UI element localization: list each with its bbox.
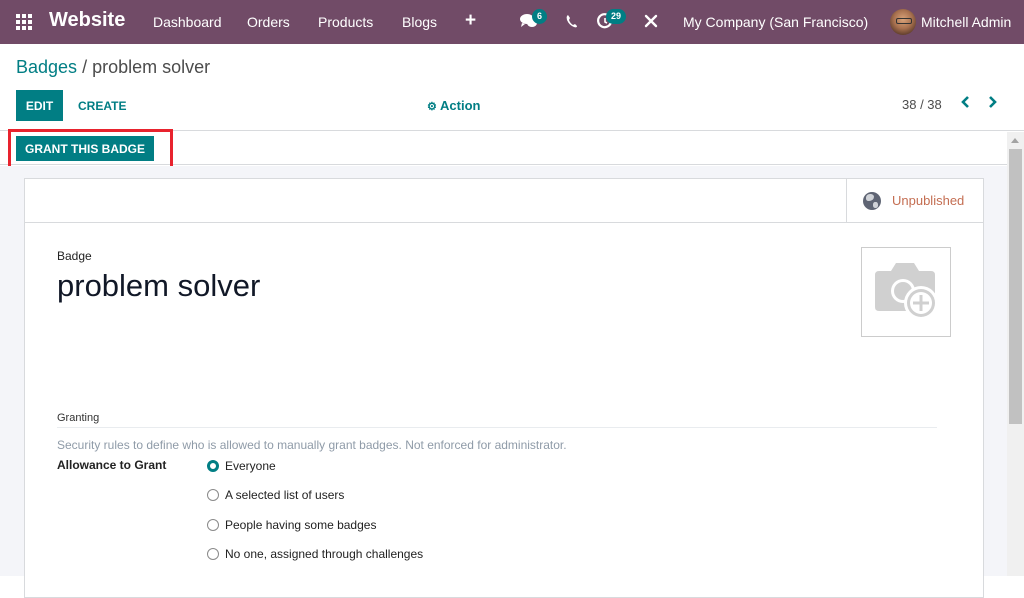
breadcrumb-separator: / — [77, 57, 93, 77]
radio-no-one[interactable]: No one, assigned through challenges — [207, 547, 423, 561]
action-dropdown[interactable]: ⚙ Action — [427, 98, 480, 113]
control-panel: Badges / problem solver EDIT CREATE ⚙ Ac… — [0, 44, 1024, 131]
radio-label: No one, assigned through challenges — [225, 547, 424, 561]
vertical-scrollbar[interactable] — [1007, 132, 1024, 576]
radio-unchecked-icon — [207, 489, 219, 501]
pager-value[interactable]: 38 / 38 — [902, 97, 942, 112]
allowance-to-grant-label: Allowance to Grant — [57, 458, 167, 472]
pager-next-icon[interactable] — [988, 95, 998, 114]
publish-status: Unpublished — [892, 193, 965, 208]
badge-image-upload[interactable] — [861, 247, 951, 337]
menu-orders[interactable]: Orders — [247, 14, 290, 30]
create-button[interactable]: CREATE — [70, 90, 134, 121]
form-sheet: Unpublished Badge problem solver Grantin… — [24, 178, 984, 598]
gear-icon: ⚙ — [427, 101, 437, 113]
breadcrumb-badges-link[interactable]: Badges — [16, 57, 77, 77]
grant-this-badge-button[interactable]: GRANT THIS BADGE — [16, 136, 154, 161]
pager-previous-icon[interactable] — [960, 95, 970, 114]
menu-dashboard[interactable]: Dashboard — [153, 14, 222, 30]
globe-icon — [863, 191, 881, 210]
action-label: Action — [440, 98, 481, 113]
publish-toggle-button[interactable]: Unpublished — [846, 179, 983, 222]
scroll-up-arrow-icon[interactable] — [1011, 138, 1019, 143]
radio-having-badges[interactable]: People having some badges — [207, 518, 376, 532]
breadcrumb-current: problem solver — [92, 57, 211, 77]
badge-name-label: Badge — [57, 249, 92, 263]
radio-label: A selected list of users — [225, 488, 345, 502]
group-separator — [57, 427, 937, 428]
radio-everyone[interactable]: Everyone — [207, 459, 276, 473]
breadcrumb: Badges / problem solver — [16, 57, 210, 78]
tools-icon[interactable] — [644, 14, 658, 33]
camera-add-icon — [875, 263, 938, 320]
radio-checked-icon — [207, 460, 219, 472]
radio-label: Everyone — [225, 459, 276, 473]
activities-count-badge: 29 — [606, 9, 627, 24]
badge-name-field[interactable]: problem solver — [57, 268, 260, 304]
radio-label: People having some badges — [225, 518, 377, 532]
top-navbar: Website Dashboard Orders Products Blogs … — [0, 0, 1024, 44]
menu-blogs[interactable]: Blogs — [402, 14, 437, 30]
user-menu[interactable]: Mitchell Admin — [921, 14, 1011, 30]
granting-help-text: Security rules to define who is allowed … — [57, 438, 567, 452]
apps-menu-icon[interactable] — [16, 14, 32, 30]
app-name[interactable]: Website — [49, 9, 125, 32]
company-switcher[interactable]: My Company (San Francisco) — [683, 14, 868, 30]
radio-selected-users[interactable]: A selected list of users — [207, 488, 344, 502]
radio-unchecked-icon — [207, 548, 219, 560]
scrollbar-thumb[interactable] — [1009, 149, 1022, 424]
plus-icon[interactable]: + — [465, 10, 476, 32]
menu-products[interactable]: Products — [318, 14, 373, 30]
messages-count-badge: 6 — [532, 9, 548, 24]
phone-icon[interactable] — [566, 14, 578, 33]
form-statusbar: GRANT THIS BADGE — [0, 132, 1007, 165]
user-avatar[interactable] — [890, 9, 916, 35]
button-box: Unpublished — [25, 179, 983, 223]
radio-unchecked-icon — [207, 519, 219, 531]
granting-group-title: Granting — [57, 412, 100, 424]
edit-button[interactable]: EDIT — [16, 90, 63, 121]
form-content-area: Unpublished Badge problem solver Grantin… — [0, 166, 1007, 598]
